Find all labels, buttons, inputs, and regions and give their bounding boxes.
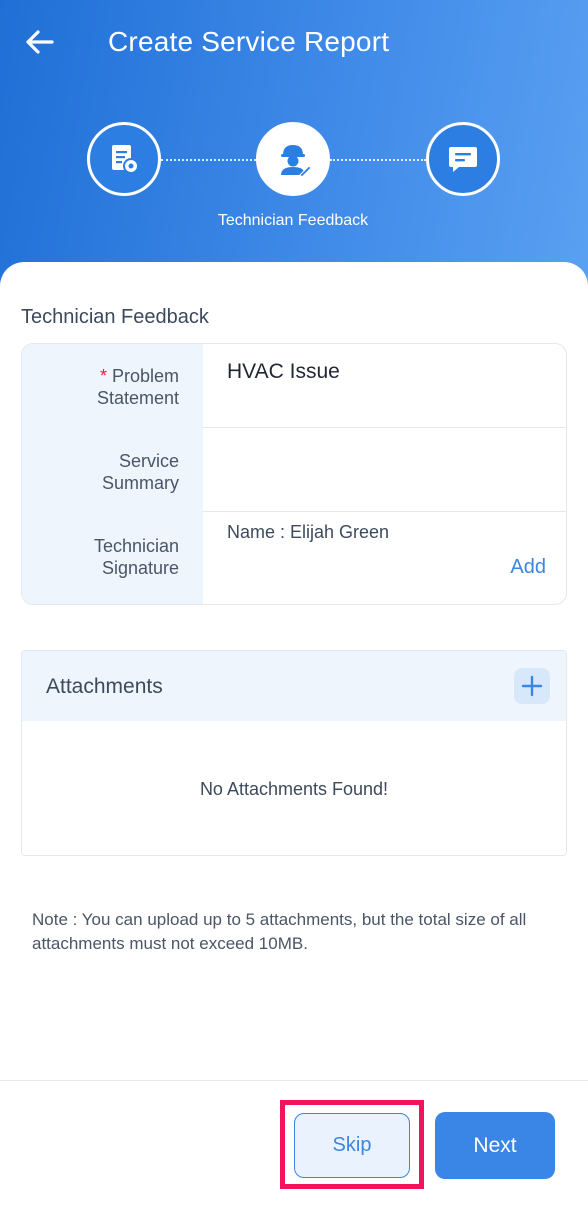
document-settings-icon <box>112 145 139 174</box>
step-technician-feedback[interactable] <box>256 122 330 196</box>
add-attachment-button[interactable] <box>514 668 550 704</box>
signature-name: Name : Elijah Green <box>227 522 390 542</box>
arrow-left-icon <box>26 30 54 54</box>
label-line: Technician <box>93 536 179 556</box>
step-connector <box>161 159 256 161</box>
footer-divider <box>0 1080 588 1081</box>
label-line: Signature <box>101 558 179 578</box>
page-title: Create Service Report <box>108 26 390 57</box>
service-summary-field[interactable] <box>203 428 566 512</box>
required-mark: * <box>99 366 107 386</box>
header-bar: Create Service Report Technician Feedbac… <box>0 0 588 300</box>
technician-icon <box>281 145 312 178</box>
feedback-form-card: * Problem Statement HVAC Issue Service S… <box>21 343 567 605</box>
add-signature-link[interactable]: Add <box>510 556 546 579</box>
step-connector <box>330 159 426 161</box>
label-line: Summary <box>101 473 179 493</box>
skip-button[interactable]: Skip <box>294 1113 410 1178</box>
stepper: Technician Feedback <box>0 122 588 242</box>
problem-statement-field[interactable]: HVAC Issue <box>203 344 566 428</box>
label-line: Problem <box>111 366 179 386</box>
label-line: Statement <box>96 388 179 408</box>
label-line: Service <box>118 451 179 471</box>
plus-icon <box>521 675 543 697</box>
step-service-details[interactable] <box>87 122 161 196</box>
technician-signature-label: Technician Signature <box>22 535 179 579</box>
technician-signature-field: Name : Elijah Green Add <box>203 512 566 604</box>
back-button[interactable] <box>22 24 58 60</box>
attachments-card: Attachments No Attachments Found! <box>21 650 567 856</box>
empty-attachments-text: No Attachments Found! <box>199 779 389 799</box>
chat-message-icon <box>449 147 477 172</box>
next-button[interactable]: Next <box>435 1112 555 1179</box>
attachments-title: Attachments <box>46 675 163 698</box>
attachments-header: Attachments <box>22 651 566 721</box>
problem-statement-value: HVAC Issue <box>227 360 340 383</box>
active-step-label: Technician Feedback <box>217 212 369 229</box>
upload-note: Note : You can upload up to 5 attachment… <box>32 910 527 953</box>
step-summary[interactable] <box>426 122 500 196</box>
section-title: Technician Feedback <box>21 306 209 328</box>
service-summary-label: Service Summary <box>22 450 179 494</box>
problem-statement-label: * Problem Statement <box>22 365 179 409</box>
